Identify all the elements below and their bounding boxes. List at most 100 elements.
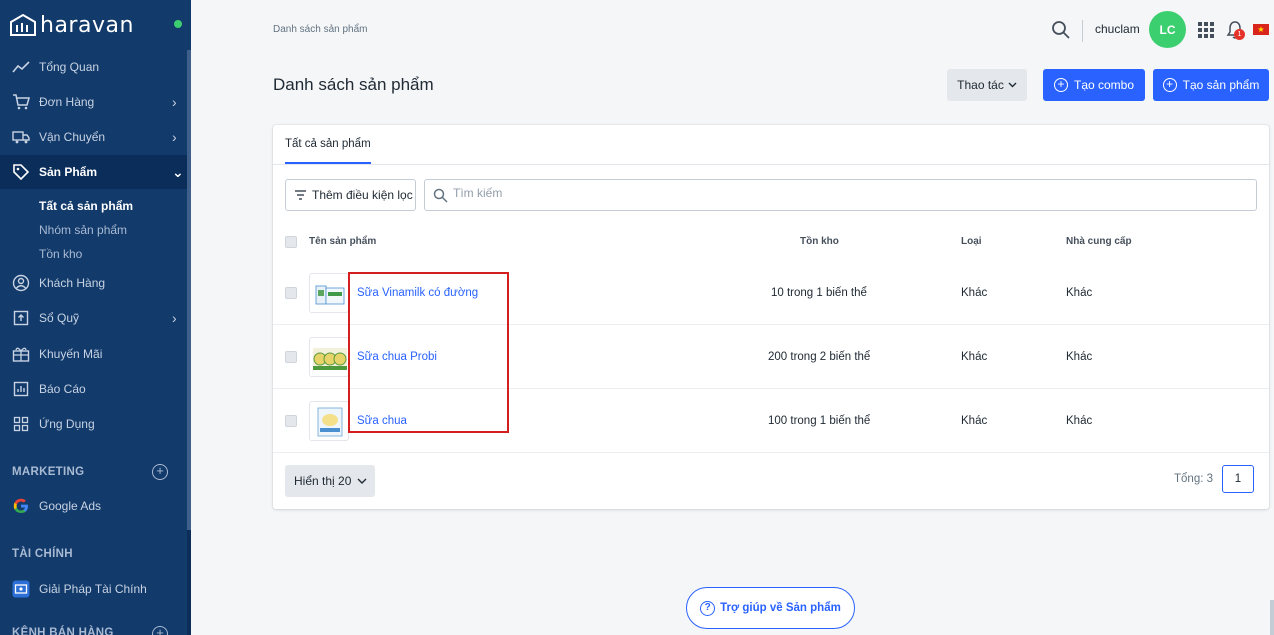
column-header-stock[interactable]: Tồn kho [800, 236, 839, 247]
sidebar-subitem-all-products[interactable]: Tất cả sản phẩm [39, 199, 133, 213]
help-products-button[interactable]: ? Trợ giúp về Sản phẩm [686, 587, 855, 629]
product-image [313, 348, 347, 370]
page-number-button[interactable]: 1 [1222, 465, 1254, 493]
sidebar-item-promotions[interactable]: Khuyến Mãi [0, 337, 187, 371]
sidebar-subitem-product-groups[interactable]: Nhóm sản phẩm [39, 223, 127, 237]
chevron-right-icon: › [172, 129, 177, 145]
page-size-label: Hiển thị 20 [294, 474, 352, 488]
actions-label: Thao tác [957, 78, 1004, 92]
product-image [315, 285, 345, 305]
sidebar-item-cashbook[interactable]: Sổ Quỹ › [0, 301, 187, 335]
sidebar-item-shipping[interactable]: Vận Chuyển › [0, 120, 187, 154]
sidebar-item-label: Khách Hàng [39, 276, 106, 290]
help-label: Trợ giúp về Sản phẩm [720, 602, 841, 614]
row-checkbox[interactable] [285, 351, 297, 363]
product-vendor: Khác [1066, 287, 1093, 299]
sidebar-item-products[interactable]: Sản Phẩm ⌄ [0, 155, 187, 189]
column-header-vendor[interactable]: Nhà cung cấp [1066, 236, 1132, 247]
chevron-right-icon: › [172, 310, 177, 326]
actions-dropdown-button[interactable]: Thao tác [947, 69, 1027, 101]
search-icon[interactable] [1051, 20, 1071, 40]
total-count: Tổng: 3 [1174, 473, 1213, 485]
product-vendor: Khác [1066, 351, 1093, 363]
sidebar-item-customers[interactable]: Khách Hàng [0, 266, 187, 300]
search-icon [433, 188, 448, 203]
product-image [317, 407, 343, 437]
truck-icon [12, 128, 30, 146]
username[interactable]: chuclam [1095, 22, 1140, 36]
product-thumbnail[interactable] [309, 337, 349, 377]
add-filter-button[interactable]: Thêm điều kiện lọc [285, 179, 416, 211]
chevron-down-icon: ⌄ [172, 163, 184, 180]
add-sales-channel-icon[interactable]: + [152, 626, 168, 635]
haravan-logo-icon [10, 13, 36, 36]
product-thumbnail[interactable] [309, 273, 349, 313]
avatar[interactable]: LC [1149, 11, 1186, 48]
brand-logo[interactable]: haravan [10, 10, 134, 40]
tab-divider [273, 164, 1269, 165]
page-title: Danh sách sản phẩm [273, 75, 434, 94]
apps-icon [12, 415, 30, 433]
online-status-dot [174, 20, 182, 28]
header-divider [1082, 20, 1083, 42]
product-stock: 10 trong 1 biến thể [771, 287, 867, 299]
sidebar-section-marketing: MARKETING [12, 466, 85, 478]
breadcrumb[interactable]: Danh sách sản phẩm [273, 24, 368, 35]
create-product-button[interactable]: + Tạo sản phẩm [1153, 69, 1269, 101]
product-type: Khác [961, 287, 988, 299]
vietnam-flag-icon[interactable]: ★ [1253, 24, 1269, 35]
question-circle-icon: ? [700, 600, 716, 616]
cart-icon [12, 93, 30, 111]
row-checkbox[interactable] [285, 415, 297, 427]
annotation-highlight-box [348, 272, 509, 433]
sidebar-item-apps[interactable]: Ứng Dụng [0, 407, 187, 441]
sidebar-item-label: Giải Pháp Tài Chính [39, 582, 147, 596]
sidebar-item-overview[interactable]: Tổng Quan [0, 50, 187, 84]
product-stock: 100 trong 1 biến thể [768, 415, 871, 427]
create-combo-label: Tạo combo [1073, 78, 1135, 92]
select-all-checkbox[interactable] [285, 236, 297, 248]
search-field[interactable] [424, 179, 1257, 211]
product-type: Khác [961, 415, 988, 427]
sidebar-item-orders[interactable]: Đơn Hàng › [0, 85, 187, 119]
page-size-dropdown[interactable]: Hiển thị 20 [285, 465, 375, 497]
sidebar-subitem-inventory[interactable]: Tồn kho [39, 247, 82, 261]
create-combo-button[interactable]: + Tạo combo [1043, 69, 1145, 101]
product-stock: 200 trong 2 biến thể [768, 351, 871, 363]
brand-name: haravan [40, 12, 134, 38]
product-thumbnail[interactable] [309, 401, 349, 441]
notification-badge: 1 [1234, 29, 1245, 40]
sidebar-section-finance: TÀI CHÍNH [12, 548, 73, 560]
plus-circle-icon: + [1053, 78, 1068, 92]
column-header-type[interactable]: Loại [961, 236, 982, 247]
sidebar-item-label: Tổng Quan [39, 60, 100, 74]
sidebar-item-finance-solutions[interactable]: Giải Pháp Tài Chính [0, 572, 187, 606]
app-grid-icon[interactable] [1198, 22, 1214, 38]
row-divider [273, 452, 1269, 453]
row-checkbox[interactable] [285, 287, 297, 299]
google-icon [12, 497, 30, 515]
product-type: Khác [961, 351, 988, 363]
filter-icon [295, 190, 306, 200]
tab-all-products[interactable]: Tất cả sản phẩm [285, 138, 371, 164]
sidebar-item-label: Đơn Hàng [39, 95, 95, 109]
report-icon [12, 380, 30, 398]
search-input[interactable] [453, 186, 1233, 200]
page-scrollbar[interactable] [1270, 600, 1274, 635]
finance-icon [12, 580, 30, 598]
sidebar-item-reports[interactable]: Báo Cáo [0, 372, 187, 406]
column-header-name[interactable]: Tên sản phẩm [309, 236, 376, 247]
sidebar-scrollbar-thumb[interactable] [187, 50, 191, 530]
sidebar-item-google-ads[interactable]: Google Ads [0, 489, 187, 523]
sidebar-item-label: Sổ Quỹ [39, 311, 80, 325]
chart-line-icon [12, 58, 30, 76]
sidebar-item-label: Vận Chuyển [39, 130, 106, 144]
add-marketing-channel-icon[interactable]: + [152, 464, 168, 480]
sidebar-section-sales-channel: KÊNH BÁN HÀNG [12, 627, 114, 635]
chevron-down-icon [357, 478, 367, 484]
product-vendor: Khác [1066, 415, 1093, 427]
sidebar-item-label: Ứng Dụng [39, 417, 95, 431]
sidebar: haravan Tổng Quan Đơn Hàng › Vận Chuyển … [0, 0, 191, 635]
create-product-label: Tạo sản phẩm [1182, 78, 1260, 92]
sidebar-item-label: Sản Phẩm [39, 165, 98, 179]
